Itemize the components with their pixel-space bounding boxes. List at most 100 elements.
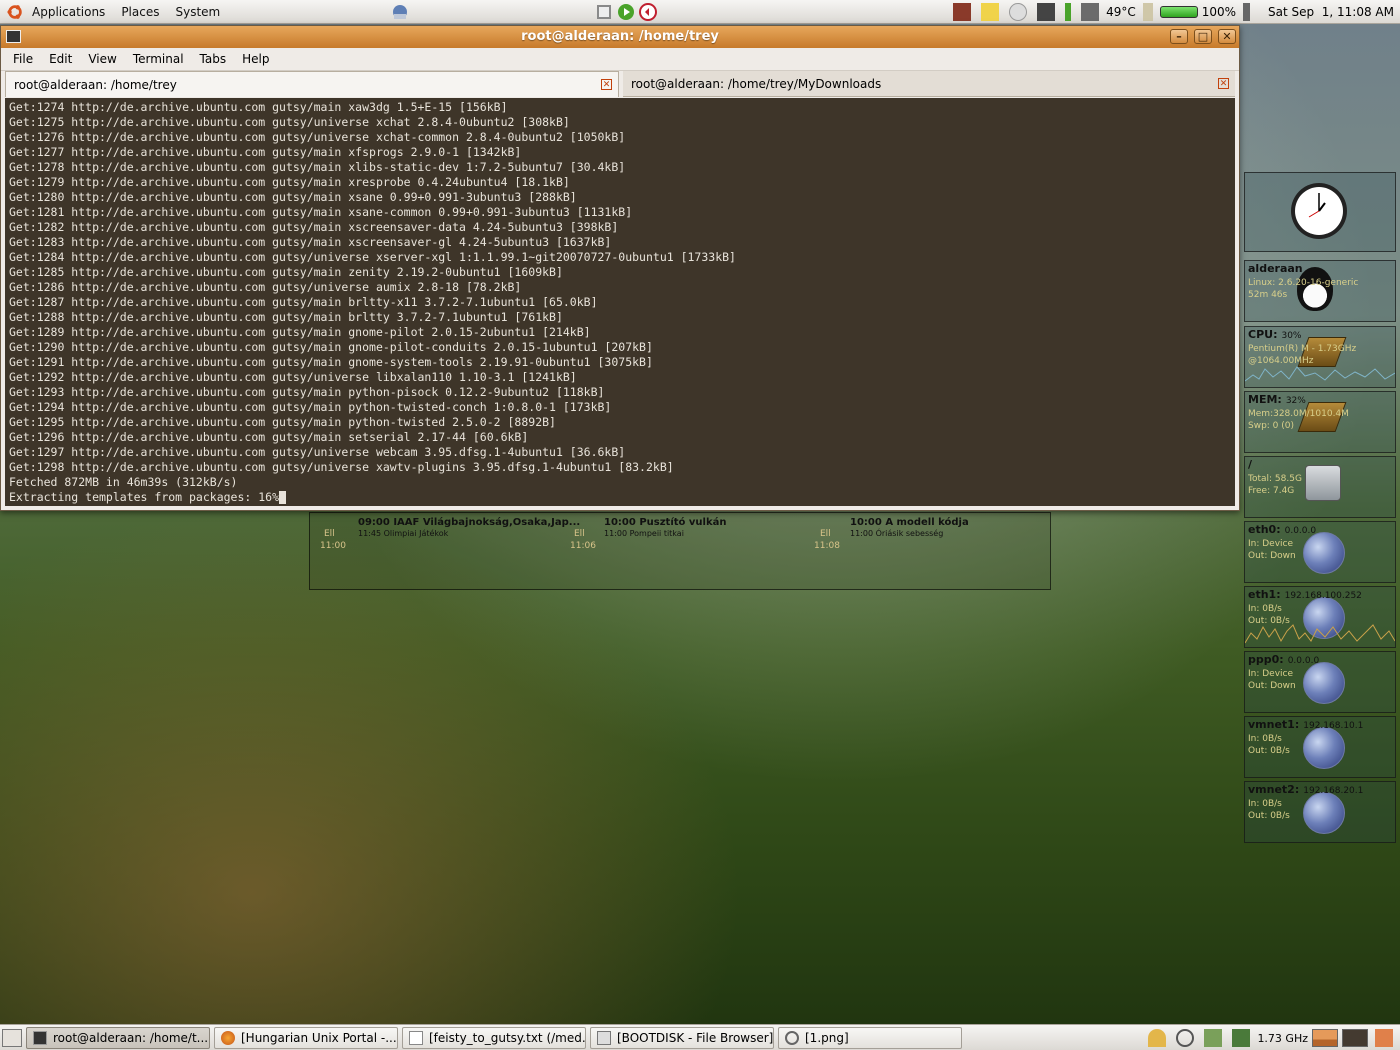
tv-guide-item[interactable]: 10:00 Pusztító vulkán 11:00 Pompeii titk…	[604, 517, 726, 539]
show-desktop-button[interactable]	[2, 1028, 22, 1047]
analog-clock-icon	[1291, 183, 1347, 239]
menu-help[interactable]: Help	[234, 52, 277, 66]
taskbar-item-terminal[interactable]: root@alderaan: /home/t...	[26, 1026, 210, 1049]
terminal-window: root@alderaan: /home/trey – □ ✕ File Edi…	[0, 25, 1240, 511]
power-icon[interactable]	[1009, 3, 1028, 21]
iface-in: In: 0B/s	[1248, 799, 1282, 809]
menu-edit[interactable]: Edit	[41, 52, 80, 66]
clock-widget	[1244, 172, 1396, 252]
tv-guide-widget: 09:00 IAAF Világbajnokság,Osaka,Jap... 1…	[309, 512, 1051, 590]
ubuntu-logo-icon[interactable]	[6, 3, 24, 21]
user-icon[interactable]	[1148, 1029, 1167, 1047]
close-button[interactable]: ✕	[1218, 29, 1236, 44]
taskbar-item-editor[interactable]: [feisty_to_gutsy.txt (/med...	[402, 1026, 586, 1049]
tab-close-icon[interactable]: ✕	[601, 79, 612, 90]
volume-icon[interactable]	[1243, 3, 1262, 21]
tv-channel-label: Ell	[820, 529, 831, 539]
terminal-line: Get:1294 http://de.archive.ubuntu.com gu…	[9, 400, 612, 414]
menu-terminal[interactable]: Terminal	[125, 52, 192, 66]
taskbar-label: [Hungarian Unix Portal -...	[241, 1030, 397, 1045]
terminal-line: Get:1274 http://de.archive.ubuntu.com gu…	[9, 100, 508, 114]
terminal-line: Get:1279 http://de.archive.ubuntu.com gu…	[9, 175, 570, 189]
system-monitor-graph[interactable]	[1312, 1029, 1338, 1047]
globe-icon	[1303, 532, 1345, 574]
iface-in: In: Device	[1248, 539, 1294, 549]
terminal-line: Get:1284 http://de.archive.ubuntu.com gu…	[9, 250, 736, 264]
text-editor-icon	[409, 1030, 423, 1045]
network-manager-icon[interactable]	[1204, 1029, 1223, 1047]
vmnet1-monitor: vmnet1: 192.168.10.1 In: 0B/s Out: 0B/s	[1244, 716, 1396, 778]
terminal-line: Get:1287 http://de.archive.ubuntu.com gu…	[9, 295, 598, 309]
terminal-line: Get:1297 http://de.archive.ubuntu.com gu…	[9, 445, 626, 459]
tab-close-icon[interactable]: ✕	[1218, 78, 1229, 89]
taskbar-label: [BOOTDISK - File Browser]	[617, 1030, 774, 1045]
tv-time: 11:00	[320, 541, 346, 551]
cpu-frequency-icon[interactable]	[1232, 1029, 1251, 1047]
text-editor-launcher-icon[interactable]	[595, 3, 613, 21]
terminal-icon	[33, 1030, 47, 1045]
menu-bar: File Edit View Terminal Tabs Help	[1, 48, 1239, 71]
trash-icon[interactable]	[1375, 1029, 1393, 1047]
play-icon[interactable]	[617, 3, 635, 21]
terminal-line: Extracting templates from packages: 16%	[9, 490, 1231, 505]
iface-ip: 0.0.0.0	[1284, 526, 1317, 536]
system-tray: 49°C 100% Sat Sep 1, 11:08 AM	[950, 0, 1394, 24]
iface-out: Out: 0B/s	[1248, 811, 1290, 821]
terminal-line: Get:1276 http://de.archive.ubuntu.com gu…	[9, 130, 626, 144]
applications-menu[interactable]: Applications	[24, 0, 113, 24]
firefox-icon	[221, 1030, 235, 1045]
menu-view[interactable]: View	[80, 52, 124, 66]
terminal-output[interactable]: Get:1274 http://de.archive.ubuntu.com gu…	[5, 98, 1235, 506]
host-monitor: alderaan Linux: 2.6.20-16-generic 52m 46…	[1244, 260, 1396, 322]
terminal-line: Get:1293 http://de.archive.ubuntu.com gu…	[9, 385, 605, 399]
terminal-line: Get:1290 http://de.archive.ubuntu.com gu…	[9, 340, 653, 354]
mem-usage-text: Mem:328.0M/1010.4M	[1248, 409, 1349, 419]
tv-guide-item[interactable]: 09:00 IAAF Világbajnokság,Osaka,Jap... 1…	[358, 517, 580, 539]
terminal-line: Get:1286 http://de.archive.ubuntu.com gu…	[9, 280, 522, 294]
globe-icon	[1303, 792, 1345, 834]
system-menu[interactable]: System	[167, 0, 228, 24]
printer-icon[interactable]	[1037, 3, 1056, 21]
screenshot-applet-icon[interactable]	[953, 3, 972, 21]
clock[interactable]: Sat Sep 1, 11:08 AM	[1268, 5, 1394, 19]
maximize-button[interactable]: □	[1194, 29, 1212, 44]
hard-disk-icon	[1305, 465, 1341, 501]
terminal-line: Fetched 872MB in 46m39s (312kB/s)	[9, 475, 238, 489]
terminal-line: Get:1295 http://de.archive.ubuntu.com gu…	[9, 415, 556, 429]
iface-name: eth0:	[1248, 523, 1281, 536]
top-panel: Applications Places System 49°C 100% Sat…	[0, 0, 1400, 24]
ppp0-monitor: ppp0: 0.0.0.0 In: Device Out: Down	[1244, 651, 1396, 713]
taskbar-item-image-viewer[interactable]: [1.png]	[778, 1026, 962, 1049]
signal-icon	[1065, 3, 1072, 21]
plug-icon	[1142, 3, 1153, 21]
terminal-line: Get:1285 http://de.archive.ubuntu.com gu…	[9, 265, 563, 279]
memory-monitor: MEM: 32% Mem:328.0M/1010.4M Swp: 0 (0)	[1244, 391, 1396, 453]
tab-mydownloads[interactable]: root@alderaan: /home/trey/MyDownloads ✕	[623, 71, 1235, 97]
tab-home-trey[interactable]: root@alderaan: /home/trey ✕	[5, 71, 619, 97]
search-icon[interactable]	[1176, 1029, 1195, 1047]
iface-in: In: 0B/s	[1248, 604, 1282, 614]
title-bar[interactable]: root@alderaan: /home/trey – □ ✕	[1, 26, 1239, 48]
iface-ip: 192.168.100.252	[1284, 591, 1362, 601]
workspace-switcher[interactable]	[1342, 1029, 1368, 1047]
battery-icon[interactable]	[1159, 6, 1198, 18]
cpu-monitor: CPU: 30% Pentium(R) M - 1.73GHz @1064.00M…	[1244, 326, 1396, 388]
bottom-tray: 1.73 GHz	[1145, 1027, 1396, 1049]
notes-icon[interactable]	[981, 3, 1000, 21]
window-title: root@alderaan: /home/trey	[521, 29, 719, 44]
taskbar-item-file-browser[interactable]: [BOOTDISK - File Browser]	[590, 1026, 774, 1049]
iface-out: Out: Down	[1248, 681, 1296, 691]
media-player-icon[interactable]	[639, 3, 657, 21]
network-browser-icon[interactable]	[391, 3, 409, 21]
menu-tabs[interactable]: Tabs	[192, 52, 235, 66]
eth0-monitor: eth0: 0.0.0.0 In: Device Out: Down	[1244, 521, 1396, 583]
tv-guide-item[interactable]: 10:00 A modell kódja 11:00 Óriásik sebes…	[850, 517, 969, 539]
iface-in: In: 0B/s	[1248, 734, 1282, 744]
drive-icon	[597, 1030, 611, 1045]
terminal-line: Get:1292 http://de.archive.ubuntu.com gu…	[9, 370, 577, 384]
places-menu[interactable]: Places	[113, 0, 167, 24]
tv-channel-label: Ell	[324, 529, 335, 539]
taskbar-item-browser[interactable]: [Hungarian Unix Portal -...	[214, 1026, 398, 1049]
minimize-button[interactable]: –	[1170, 29, 1188, 44]
menu-file[interactable]: File	[5, 52, 41, 66]
